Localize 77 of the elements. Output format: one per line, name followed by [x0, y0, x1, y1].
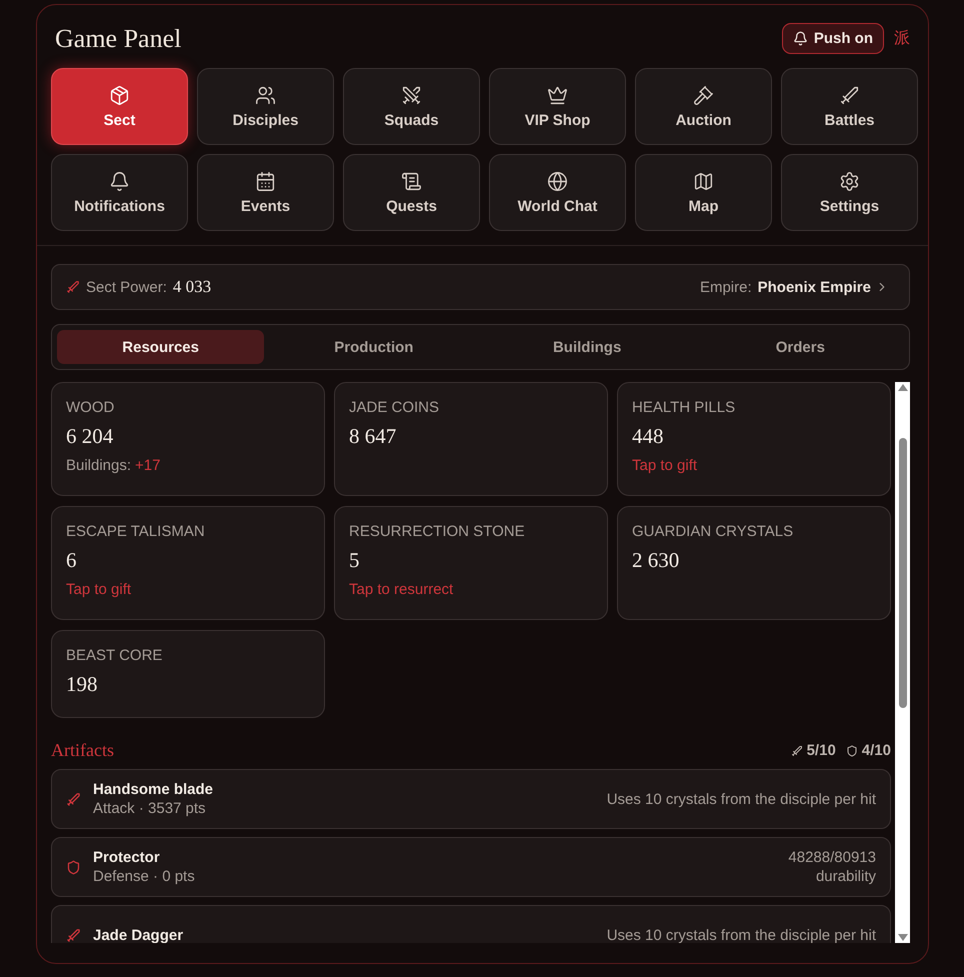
tab[interactable]: Production	[270, 330, 478, 364]
artifact-name: Handsome blade	[93, 781, 214, 798]
nav-button[interactable]: Quests	[343, 154, 480, 231]
nav-button[interactable]: Sect	[51, 68, 188, 145]
resource-label: BEAST CORE	[66, 647, 164, 664]
globe-icon	[547, 170, 568, 192]
scroll-icon	[401, 170, 422, 192]
artifact-info: 48288/80913	[788, 849, 876, 866]
users-icon	[255, 84, 276, 106]
nav-button[interactable]: Map	[635, 154, 772, 231]
sword-icon	[66, 280, 80, 294]
nav-button[interactable]: Disciples	[197, 68, 334, 145]
sword-icon	[66, 792, 81, 806]
artifact-name: Jade Dagger	[93, 926, 184, 943]
artifact-detail: Attack · 3537 pts	[93, 800, 207, 817]
action-link[interactable]: Tap to resurrect	[349, 581, 454, 598]
bell-icon	[109, 170, 130, 192]
nav-button[interactable]: Battles	[781, 68, 918, 145]
panel-title: Game Panel	[55, 24, 182, 54]
resource-value: 2 630	[632, 548, 680, 573]
shield-icon	[846, 744, 858, 756]
tab[interactable]: Orders	[696, 330, 904, 364]
artifact-row[interactable]: Jade Dagger Uses 10 crystals from the disciple per hit	[51, 905, 891, 943]
gavel-icon	[693, 84, 714, 106]
nav-button[interactable]: Events	[197, 154, 334, 231]
box-icon	[109, 84, 130, 106]
tab[interactable]: Buildings	[484, 330, 691, 364]
nav-button[interactable]: Settings	[781, 154, 918, 231]
settings-icon	[839, 170, 860, 192]
push-toggle-button[interactable]: Push on	[782, 23, 884, 54]
artifact-row[interactable]: Protector Defense · 0 pts 48288/80913 durability	[51, 837, 891, 897]
tab[interactable]: Resources	[57, 330, 264, 364]
note-label: Buildings:	[66, 457, 132, 474]
nav-button[interactable]: Auction	[635, 68, 772, 145]
action-link[interactable]: Tap to gift	[632, 457, 698, 474]
power-label: Sect Power:	[86, 278, 167, 296]
calendar-icon	[255, 170, 276, 192]
map-icon	[693, 170, 714, 192]
artifact-detail: Defense · 0 pts	[93, 868, 196, 885]
slot-count: 4/10	[846, 742, 891, 759]
resource-value: 6	[66, 548, 78, 573]
resource-label: JADE COINS	[349, 399, 440, 416]
shield-icon	[66, 860, 81, 874]
resource-label: RESURRECTION STONE	[349, 523, 526, 540]
crown-icon	[547, 84, 568, 106]
note-value: +17	[135, 457, 160, 474]
sword-icon	[66, 928, 81, 942]
resource-label: GUARDIAN CRYSTALS	[632, 523, 794, 540]
bell-icon	[792, 31, 808, 46]
artifact-info: Uses 10 crystals from the disciple per hit	[606, 926, 876, 943]
sword-icon	[839, 84, 860, 106]
artifact-name: Protector	[93, 849, 161, 866]
artifact-info: Uses 10 crystals from the disciple per hit	[606, 790, 876, 808]
nav-button[interactable]: VIP Shop	[489, 68, 626, 145]
resource-label: WOOD	[66, 399, 116, 416]
nav-button[interactable]: Squads	[343, 68, 480, 145]
section-title: Artifacts	[51, 740, 114, 761]
power-value: 4 033	[172, 277, 212, 297]
sword-icon	[790, 744, 803, 756]
scrollbar[interactable]	[895, 382, 910, 943]
artifact-row[interactable]: Handsome blade Attack · 3537 pts Uses 10 crystals from the disciple per hit	[51, 769, 891, 829]
empire-label: Empire:	[700, 278, 752, 296]
nav-button[interactable]: World Chat	[489, 154, 626, 231]
resource-value: 448	[632, 424, 664, 449]
empire-link[interactable]: Phoenix Empire	[758, 278, 889, 296]
resource-label: HEALTH PILLS	[632, 399, 736, 416]
nav-button[interactable]: Notifications	[51, 154, 188, 231]
sect-glyph: 派	[894, 28, 910, 49]
artifact-info: durability	[816, 868, 876, 885]
crossed-swords-icon	[401, 84, 422, 106]
action-link[interactable]: Tap to gift	[66, 581, 132, 598]
resource-value: 6 204	[66, 424, 114, 449]
resource-value: 5	[349, 548, 360, 573]
slot-count: 5/10	[790, 742, 836, 759]
resource-value: 198	[66, 672, 98, 697]
resource-value: 8 647	[349, 424, 398, 449]
resource-label: ESCAPE TALISMAN	[66, 523, 206, 540]
